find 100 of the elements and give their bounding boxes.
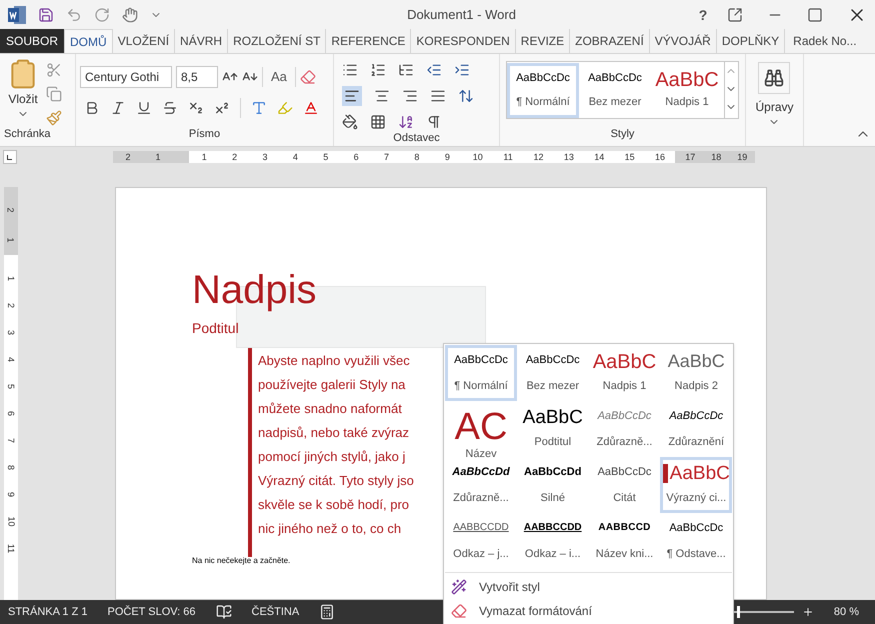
style-preview: AaBbC: [522, 408, 583, 427]
style-tile[interactable]: AaBbC Výrazný ci...: [660, 457, 732, 513]
redo-icon[interactable]: [94, 7, 110, 23]
window-title: Dokument1 - Word: [407, 6, 516, 24]
align-right-icon[interactable]: [402, 88, 418, 104]
ribbon-tab[interactable]: NÁVRH: [175, 29, 228, 53]
editing-button[interactable]: Úpravy: [755, 62, 794, 128]
word-app-icon[interactable]: [8, 6, 26, 24]
ribbon-tab[interactable]: REVIZE: [516, 29, 570, 53]
style-tile[interactable]: AaBbCcDc Bez mezer: [579, 62, 651, 118]
menu-item[interactable]: Vymazat formátování: [445, 599, 732, 623]
zoom-level[interactable]: 80 %: [834, 604, 867, 620]
style-preview: AABBCCDD: [524, 521, 582, 535]
paste-button[interactable]: Vložit: [4, 58, 42, 126]
cut-icon[interactable]: [46, 62, 62, 78]
style-name: Silné: [540, 490, 565, 506]
text-effects-icon[interactable]: [251, 100, 267, 116]
account-button[interactable]: Radek No...: [785, 29, 865, 53]
font-name-field[interactable]: Century Gothi: [80, 66, 172, 88]
style-tile[interactable]: AaBbCcDc ¶ Odstave...: [660, 513, 732, 569]
help-button[interactable]: ?: [691, 4, 715, 26]
style-tile[interactable]: AaBbCcDc Bez mezer: [516, 345, 589, 401]
ribbon-tab[interactable]: ROZLOŽENÍ ST: [228, 29, 326, 53]
style-name: Zdůrazně...: [596, 434, 652, 450]
style-preview: AaBbCcDc: [598, 465, 652, 480]
style-tile[interactable]: AABBCCD Název kni...: [588, 513, 660, 569]
eraser-icon: [451, 603, 467, 619]
show-marks-icon[interactable]: [426, 114, 442, 130]
change-case-button[interactable]: Aa: [267, 67, 291, 87]
language-label[interactable]: ČEŠTINA: [252, 604, 300, 620]
justify-icon[interactable]: [430, 88, 446, 104]
ribbon-tab[interactable]: VLOŽENÍ: [112, 29, 176, 53]
style-tile[interactable]: AABBCCDD Odkaz – i...: [516, 513, 589, 569]
ribbon-tab[interactable]: REFERENCE: [326, 29, 412, 53]
clear-formatting-icon[interactable]: [300, 69, 316, 85]
ribbon-tab[interactable]: VÝVOJÁŘ: [650, 29, 717, 53]
ribbon-tab[interactable]: KORESPONDEN: [411, 29, 516, 53]
style-name: ¶ Odstave...: [666, 546, 726, 562]
style-tile[interactable]: AaBbCcDc Zdůrazně...: [588, 401, 660, 457]
style-tile[interactable]: AaBbC Nadpis 1: [651, 62, 723, 118]
touch-mode-icon[interactable]: [122, 7, 138, 23]
shading-icon[interactable]: [342, 114, 358, 130]
numbering-icon[interactable]: [370, 62, 386, 78]
undo-icon[interactable]: [66, 7, 82, 23]
style-name: ¶ Normální: [516, 95, 570, 110]
style-tile[interactable]: AaBbCcDc ¶ Normální: [445, 345, 517, 401]
ribbon-tab[interactable]: ZOBRAZENÍ: [570, 29, 650, 53]
quote-line: Abyste naplno využili všec: [258, 352, 410, 370]
quote-line: můžete snadno naformát: [258, 400, 402, 418]
borders-icon[interactable]: [370, 114, 386, 130]
style-name: Zdůrazně...: [453, 490, 509, 506]
proofing-icon[interactable]: [216, 604, 232, 620]
style-preview: AABBCCDD: [453, 521, 509, 535]
quote-line: pomocí jiných stylů, jako j: [258, 448, 406, 466]
underline-icon[interactable]: [136, 100, 152, 116]
page-count[interactable]: STRÁNKA 1 Z 1: [8, 604, 88, 620]
style-name: Odkaz – i...: [524, 546, 581, 562]
tab-selector-icon[interactable]: [3, 150, 17, 164]
style-preview: AaBbCcDc: [669, 521, 724, 536]
style-name: Nadpis 1: [602, 378, 646, 394]
superscript-icon[interactable]: [214, 100, 230, 116]
zoom-thumb[interactable]: [736, 606, 740, 618]
decrease-indent-icon[interactable]: [426, 62, 442, 78]
bullets-icon[interactable]: [342, 62, 358, 78]
style-name: Bez mezer: [588, 95, 642, 110]
font-color-icon[interactable]: [303, 100, 319, 116]
style-preview: AABBCCD: [598, 521, 651, 535]
style-tile[interactable]: AaBbC Nadpis 2: [660, 345, 732, 401]
increase-indent-icon[interactable]: [454, 62, 470, 78]
sort-icon[interactable]: [398, 114, 414, 130]
style-tile[interactable]: AaBbC Podtitul: [516, 401, 589, 457]
menu-item[interactable]: Vytvořit styl: [445, 575, 732, 599]
style-tile[interactable]: AaBbC Nadpis 1: [588, 345, 660, 401]
word-count[interactable]: POČET SLOV: 66: [107, 604, 196, 620]
style-tile[interactable]: AaBbCcDd Silné: [516, 457, 589, 513]
maximize-icon[interactable]: [807, 7, 823, 23]
line-spacing-icon[interactable]: [458, 88, 474, 104]
style-preview: AaBbC: [592, 352, 656, 372]
subscript-icon[interactable]: [188, 100, 204, 116]
strikethrough-icon[interactable]: [162, 100, 178, 116]
style-tile[interactable]: AaBbCcDc Citát: [588, 457, 660, 513]
ribbon-tab[interactable]: DOMŮ: [64, 29, 113, 53]
style-tile[interactable]: AaBbCcDc Zdůraznění: [660, 401, 732, 457]
file-tab[interactable]: SOUBOR: [0, 29, 64, 53]
font-size-field[interactable]: 8,5: [176, 66, 218, 88]
style-preview: AaBbCcDd: [524, 465, 582, 480]
style-name: Název kni...: [596, 546, 654, 562]
style-name: Citát: [613, 490, 636, 506]
align-left-icon[interactable]: [342, 86, 362, 106]
ribbon-tab[interactable]: DOPLŇKY: [716, 29, 786, 53]
multilevel-list-icon[interactable]: [398, 62, 414, 78]
group-label: Schránka: [3, 127, 52, 142]
style-tile[interactable]: AABBCCDD Odkaz – j...: [445, 513, 517, 569]
style-tile[interactable]: AaBbCcDc ¶ Normální: [507, 62, 579, 118]
style-preview: AaBbCcDc: [526, 353, 580, 368]
zoom-in-icon[interactable]: [802, 606, 814, 618]
italic-icon[interactable]: [110, 100, 126, 116]
copy-icon[interactable]: [46, 86, 62, 102]
save-icon[interactable]: [38, 7, 54, 23]
align-center-icon[interactable]: [374, 88, 390, 104]
